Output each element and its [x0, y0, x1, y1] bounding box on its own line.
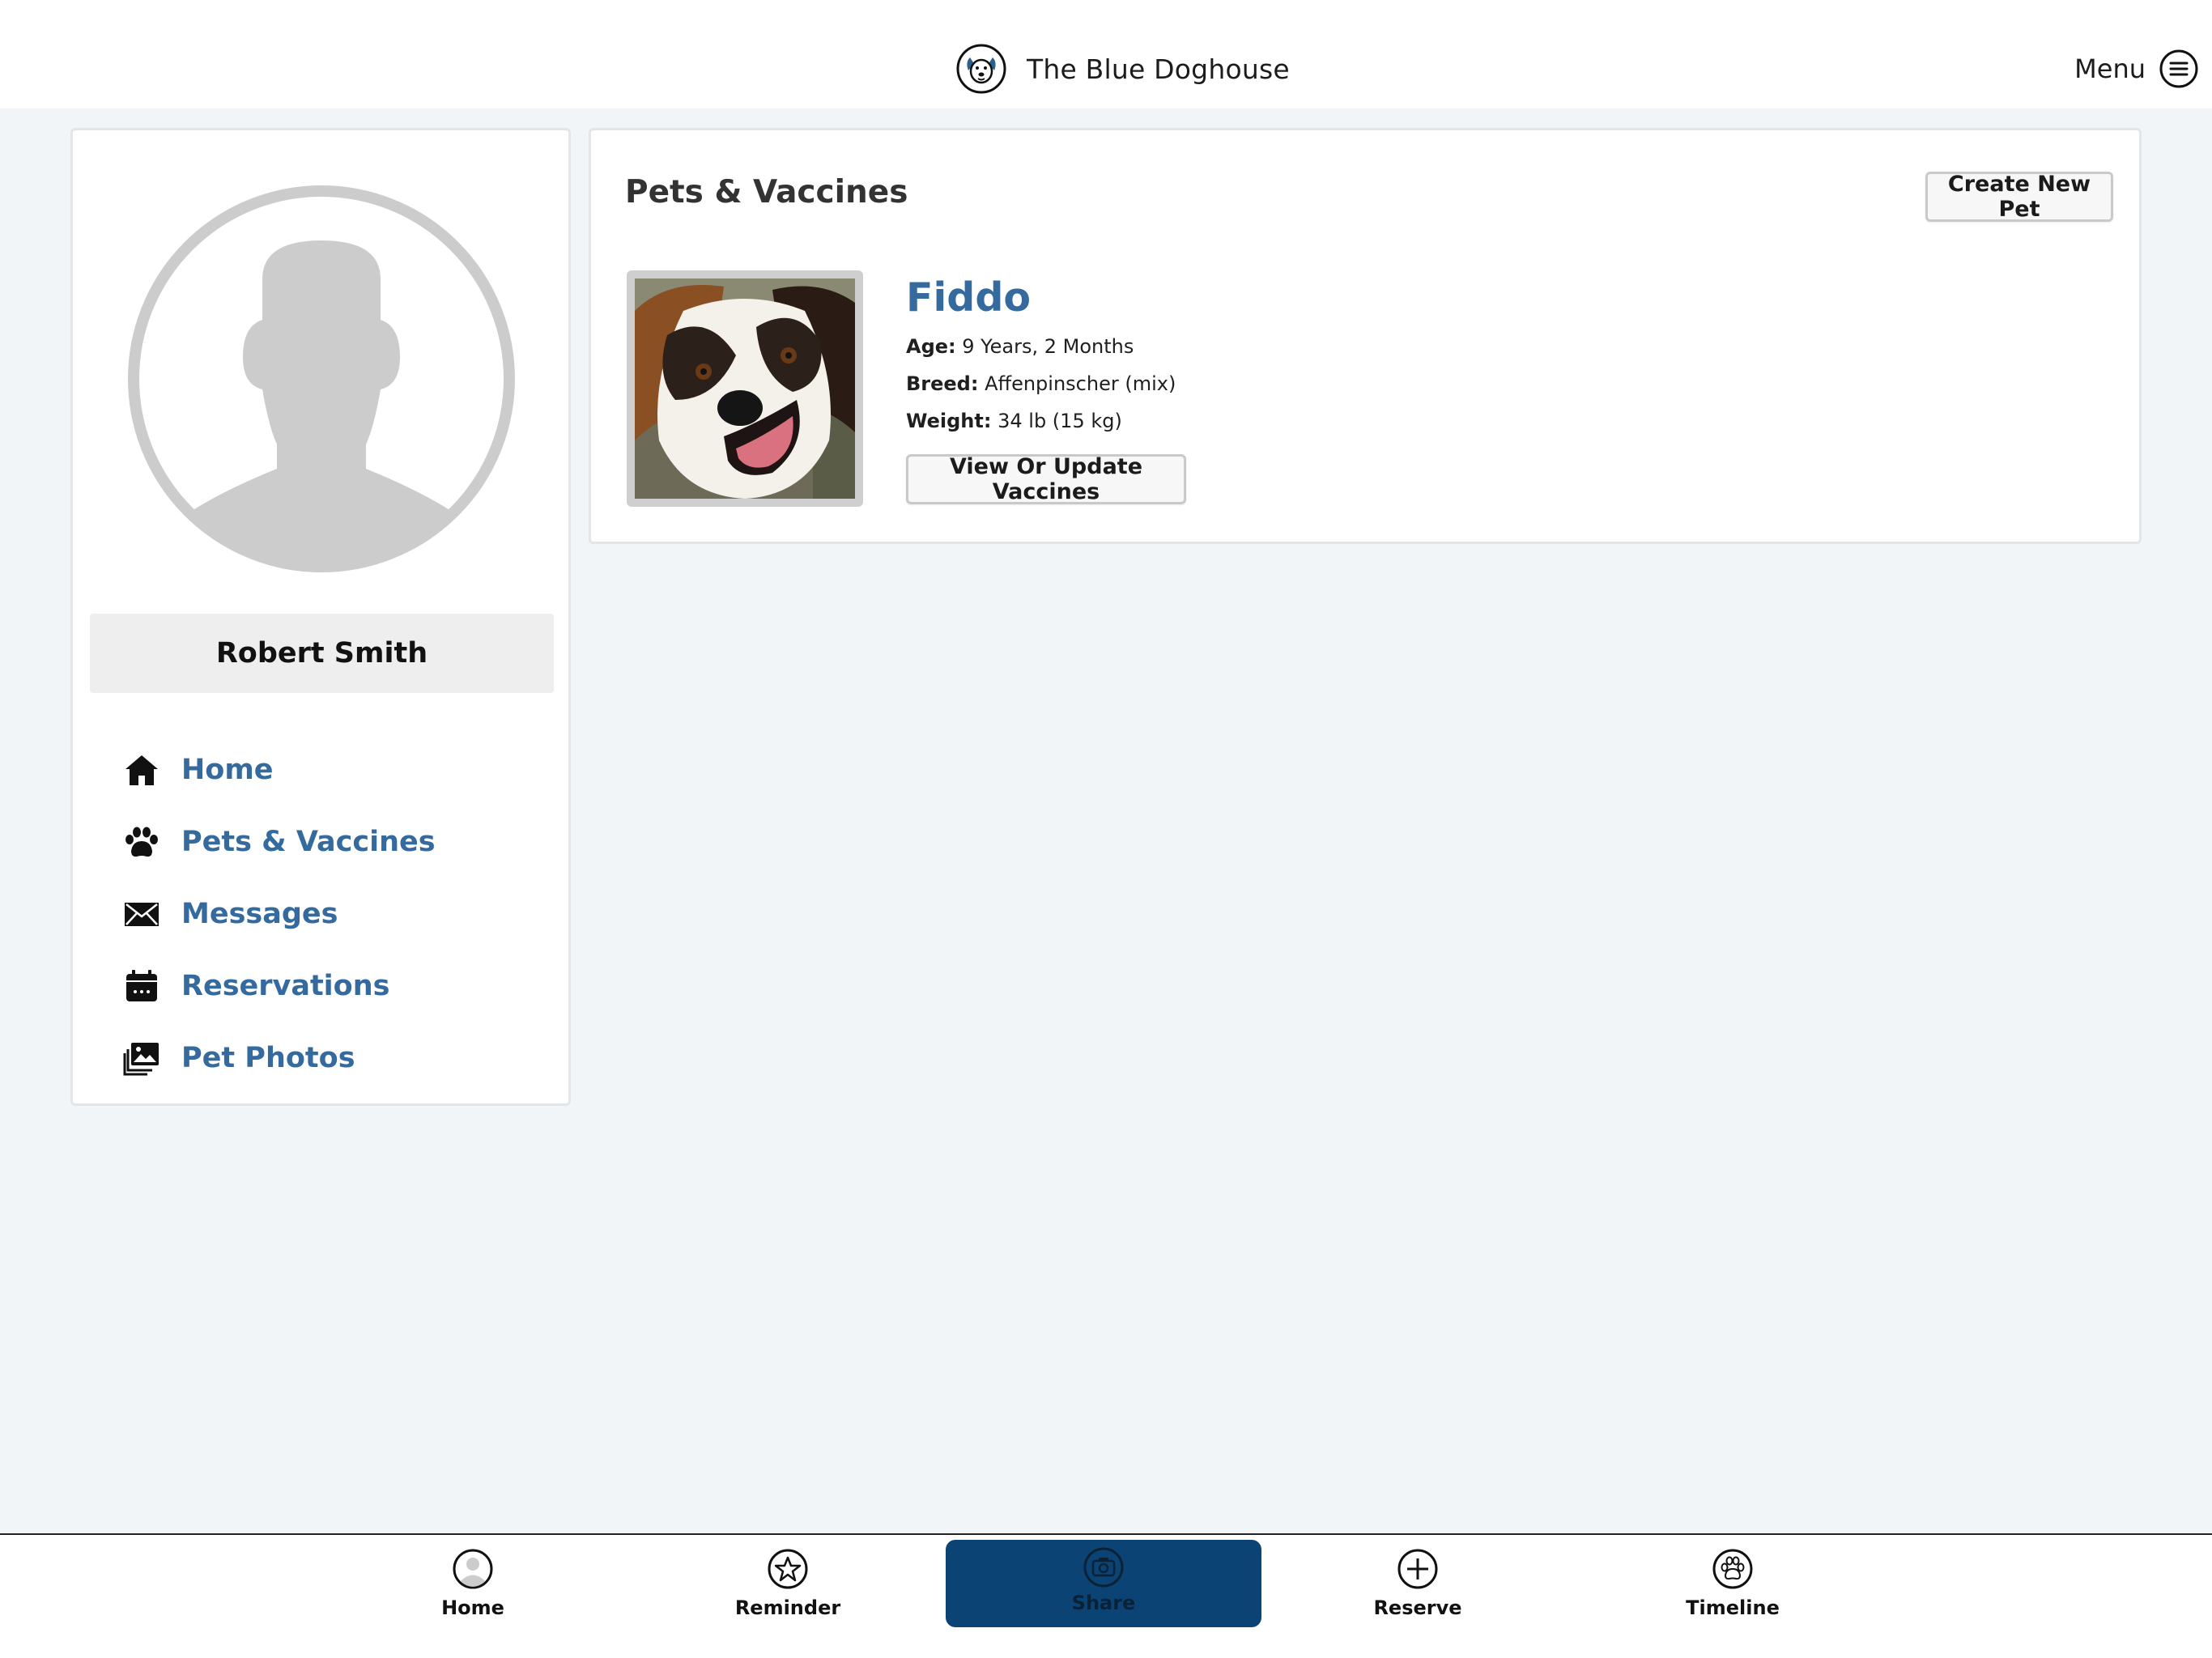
pet-age-label: Age:	[906, 335, 956, 358]
user-name-box: Robert Smith	[90, 614, 554, 693]
calendar-icon	[126, 969, 157, 1001]
photos-icon	[123, 1042, 159, 1075]
tab-label: Reminder	[734, 1596, 841, 1619]
app-header: The Blue Doghouse Menu	[0, 0, 2212, 108]
tab-home[interactable]: Home	[315, 1535, 631, 1658]
paw-icon	[125, 827, 158, 857]
sidebar-item-pets-vaccines[interactable]: Pets & Vaccines	[123, 806, 544, 878]
plus-circle-icon	[1397, 1549, 1438, 1589]
house-icon	[125, 755, 158, 785]
tab-reminder[interactable]: Reminder	[630, 1535, 946, 1658]
brand[interactable]: The Blue Doghouse	[955, 42, 1290, 96]
pet-breed-value: Affenpinscher (mix)	[985, 372, 1176, 395]
pet-photo[interactable]	[627, 270, 863, 507]
sidebar-item-label: Reservations	[181, 969, 390, 1002]
tab-timeline[interactable]: Timeline	[1575, 1535, 1891, 1658]
brand-title: The Blue Doghouse	[1027, 53, 1290, 85]
dog-photo-image	[635, 278, 855, 499]
envelope-icon	[125, 902, 159, 926]
dog-logo-icon	[956, 44, 1006, 94]
view-update-vaccines-button[interactable]: View Or Update Vaccines	[906, 454, 1186, 504]
sidebar-item-label: Messages	[181, 897, 338, 930]
menu-label: Menu	[2074, 53, 2146, 84]
profile-sidebar: Robert Smith Home Pets & Vaccines Messag…	[70, 128, 571, 1106]
star-circle-icon	[768, 1549, 808, 1589]
tab-label: Reserve	[1373, 1596, 1462, 1619]
sidebar-item-messages[interactable]: Messages	[123, 878, 544, 950]
tab-label: Home	[441, 1596, 504, 1619]
sidebar-item-label: Pet Photos	[181, 1041, 355, 1074]
paw-circle-icon	[1712, 1549, 1753, 1589]
user-silhouette-icon	[128, 185, 515, 572]
create-new-pet-button[interactable]: Create New Pet	[1925, 172, 2113, 222]
tab-label: Timeline	[1686, 1596, 1780, 1619]
user-name: Robert Smith	[215, 637, 428, 670]
person-circle-icon	[453, 1549, 493, 1589]
pet-weight: Weight: 34 lb (15 kg)	[906, 410, 1122, 432]
camera-circle-icon	[1083, 1547, 1124, 1588]
tab-label: Share	[1071, 1592, 1136, 1614]
hamburger-circle-icon	[2159, 49, 2198, 88]
sidebar-item-label: Pets & Vaccines	[181, 825, 436, 858]
sidebar-nav: Home Pets & Vaccines Messages Reservatio…	[123, 733, 544, 1094]
pet-breed-label: Breed:	[906, 372, 979, 395]
tab-reserve[interactable]: Reserve	[1260, 1535, 1576, 1658]
sidebar-item-reservations[interactable]: Reservations	[123, 950, 544, 1022]
pet-age-value: 9 Years, 2 Months	[962, 335, 1134, 358]
pet-weight-label: Weight:	[906, 410, 992, 432]
sidebar-item-home[interactable]: Home	[123, 733, 544, 806]
pet-weight-value: 34 lb (15 kg)	[998, 410, 1122, 432]
pets-vaccines-panel: Pets & Vaccines Create New Pet Fiddo Age…	[589, 128, 2142, 544]
pet-age: Age: 9 Years, 2 Months	[906, 335, 1134, 358]
menu-button[interactable]: Menu	[2074, 47, 2199, 91]
bottom-tab-bar: Home Reminder Share Reserve Timeline	[0, 1533, 2212, 1658]
pet-name[interactable]: Fiddo	[906, 274, 1031, 321]
sidebar-item-pet-photos[interactable]: Pet Photos	[123, 1022, 544, 1094]
tab-share[interactable]: Share	[946, 1540, 1261, 1627]
page-title: Pets & Vaccines	[625, 174, 908, 210]
sidebar-item-label: Home	[181, 753, 274, 786]
pet-breed: Breed: Affenpinscher (mix)	[906, 372, 1176, 395]
